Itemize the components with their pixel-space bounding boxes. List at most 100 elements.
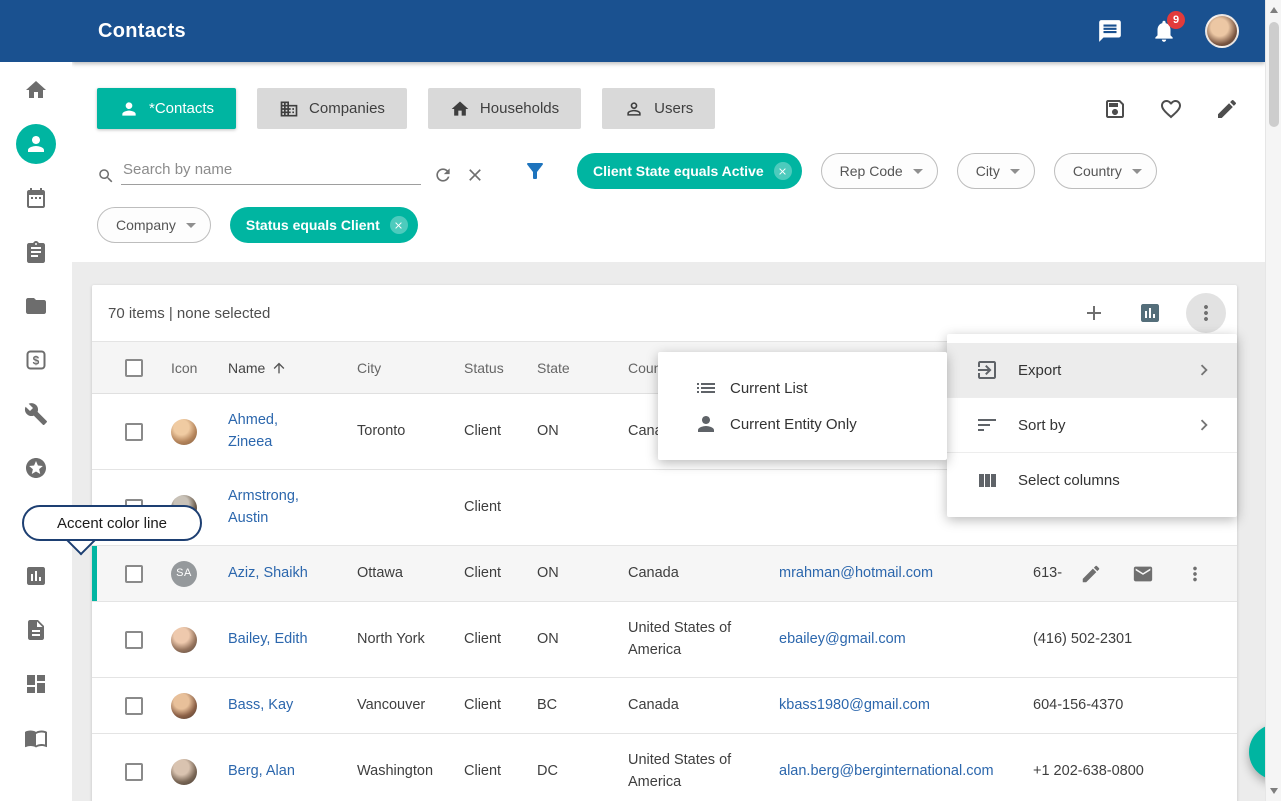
- tab-households[interactable]: Households: [428, 88, 581, 129]
- cell-status: Client: [464, 497, 537, 519]
- column-header-state[interactable]: State: [537, 360, 628, 376]
- calendar-icon: [24, 186, 48, 210]
- row-checkbox[interactable]: [125, 763, 143, 781]
- plus-icon: [1082, 301, 1106, 325]
- row-more-options-icon[interactable]: [1184, 563, 1206, 585]
- edit-row-icon[interactable]: [1080, 563, 1102, 585]
- submenu-item-current-entity[interactable]: Current Entity Only: [658, 406, 947, 442]
- sidebar-item-favorites[interactable]: [12, 456, 60, 480]
- remove-filter-icon[interactable]: [774, 162, 792, 180]
- search-input[interactable]: [121, 157, 421, 185]
- table-row[interactable]: Bass, Kay Vancouver Client BC Canada kba…: [92, 678, 1237, 734]
- contact-name-link[interactable]: Ahmed, Zineea: [228, 412, 278, 450]
- chart-view-button[interactable]: [1130, 293, 1170, 333]
- notifications-button[interactable]: 9: [1151, 18, 1177, 44]
- sidebar-item-tools[interactable]: [12, 402, 60, 426]
- filter-chip-rep-code[interactable]: Rep Code: [821, 153, 938, 189]
- person-icon: [24, 132, 48, 156]
- filter-chip-status[interactable]: Status equals Client: [230, 207, 418, 243]
- cell-status: Client: [464, 421, 537, 443]
- tab-companies[interactable]: Companies: [257, 88, 407, 129]
- contact-email-link[interactable]: ebailey@gmail.com: [779, 631, 906, 647]
- chat-button[interactable]: [1097, 18, 1123, 44]
- user-avatar[interactable]: [1205, 14, 1239, 48]
- cell-country: Canada: [628, 695, 779, 717]
- table-row-highlighted[interactable]: SA Aziz, Shaikh Ottawa Client ON Canada …: [92, 546, 1237, 602]
- chip-label: Company: [116, 217, 176, 233]
- table-row[interactable]: Bailey, Edith North York Client ON Unite…: [92, 602, 1237, 678]
- chip-label: Client State equals Active: [593, 163, 764, 179]
- sidebar-item-folders[interactable]: [12, 294, 60, 318]
- contact-name-link[interactable]: Aziz, Shaikh: [228, 565, 308, 581]
- contact-email-link[interactable]: mrahman@hotmail.com: [779, 565, 933, 581]
- contact-name-link[interactable]: Berg, Alan: [228, 763, 295, 779]
- scroll-down-arrow-icon[interactable]: [1270, 788, 1278, 794]
- tab-contacts[interactable]: *Contacts: [97, 88, 236, 129]
- filter-funnel-button[interactable]: [523, 159, 547, 183]
- filter-chip-company[interactable]: Company: [97, 207, 211, 243]
- filter-chip-city[interactable]: City: [957, 153, 1035, 189]
- selection-summary: 70 items | none selected: [108, 305, 270, 322]
- save-view-button[interactable]: [1103, 97, 1127, 121]
- scroll-up-arrow-icon[interactable]: [1270, 7, 1278, 13]
- chip-label: Status equals Client: [246, 217, 380, 233]
- contact-email-link[interactable]: alan.berg@berginternational.com: [779, 763, 994, 779]
- remove-filter-icon[interactable]: [390, 216, 408, 234]
- column-header-icon[interactable]: Icon: [171, 360, 228, 376]
- sidebar-item-dashboard[interactable]: [12, 672, 60, 696]
- favorite-button[interactable]: [1159, 97, 1183, 121]
- more-vert-icon: [1194, 301, 1218, 325]
- entity-tabs-row: *Contacts Companies Households Users: [97, 88, 1239, 129]
- svg-text:$: $: [33, 354, 40, 368]
- row-checkbox[interactable]: [125, 423, 143, 441]
- filter-chip-client-state[interactable]: Client State equals Active: [577, 153, 802, 189]
- sidebar-item-home[interactable]: [12, 78, 60, 102]
- sidebar-item-contacts[interactable]: [12, 132, 60, 156]
- contact-email-link[interactable]: kbass1980@gmail.com: [779, 697, 930, 713]
- edit-view-button[interactable]: [1215, 97, 1239, 121]
- row-checkbox[interactable]: [125, 565, 143, 583]
- submenu-item-current-list[interactable]: Current List: [658, 370, 947, 406]
- sidebar-item-tasks[interactable]: [12, 240, 60, 264]
- select-all-checkbox[interactable]: [125, 359, 143, 377]
- row-checkbox[interactable]: [125, 697, 143, 715]
- star-badge-icon: [24, 456, 48, 480]
- notification-badge: 9: [1167, 11, 1185, 29]
- sidebar-item-address-book[interactable]: [12, 726, 60, 750]
- clear-search-icon[interactable]: [465, 165, 485, 185]
- column-header-name[interactable]: Name: [228, 360, 357, 376]
- contact-name-link[interactable]: Bailey, Edith: [228, 631, 308, 647]
- scrollbar-thumb[interactable]: [1269, 22, 1279, 127]
- wrench-icon: [24, 402, 48, 426]
- table-more-options-button[interactable]: [1186, 293, 1226, 333]
- cell-status: Client: [464, 629, 537, 651]
- sidebar-toggle-button[interactable]: [0, 0, 72, 62]
- cell-status: Client: [464, 695, 537, 717]
- tab-label: *Contacts: [149, 100, 214, 117]
- contact-name-link[interactable]: Bass, Kay: [228, 697, 293, 713]
- sidebar: $: [0, 0, 72, 801]
- refresh-icon[interactable]: [433, 165, 453, 185]
- add-item-button[interactable]: [1074, 293, 1114, 333]
- sidebar-item-calendar[interactable]: [12, 186, 60, 210]
- filter-chip-country[interactable]: Country: [1054, 153, 1157, 189]
- column-header-city[interactable]: City: [357, 360, 464, 376]
- sidebar-item-reports[interactable]: [12, 564, 60, 588]
- cell-state: BC: [537, 695, 628, 717]
- row-checkbox[interactable]: [125, 631, 143, 649]
- sidebar-item-documents[interactable]: [12, 618, 60, 642]
- cell-phone: +1 202-638-0800: [1033, 761, 1221, 783]
- contact-avatar: [171, 693, 197, 719]
- vertical-scrollbar[interactable]: [1265, 0, 1281, 801]
- menu-item-select-columns[interactable]: Select columns: [947, 453, 1237, 508]
- table-row[interactable]: Berg, Alan Washington Client DC United S…: [92, 734, 1237, 801]
- tab-users[interactable]: Users: [602, 88, 715, 129]
- contact-name-link[interactable]: Armstrong, Austin: [228, 488, 299, 526]
- menu-item-sort-by[interactable]: Sort by: [947, 398, 1237, 453]
- sidebar-item-billing[interactable]: $: [12, 348, 60, 372]
- email-row-icon[interactable]: [1132, 563, 1154, 585]
- cell-city: North York: [357, 629, 464, 651]
- open-book-icon: [24, 726, 48, 750]
- menu-item-export[interactable]: Export: [947, 343, 1237, 398]
- column-header-status[interactable]: Status: [464, 360, 537, 376]
